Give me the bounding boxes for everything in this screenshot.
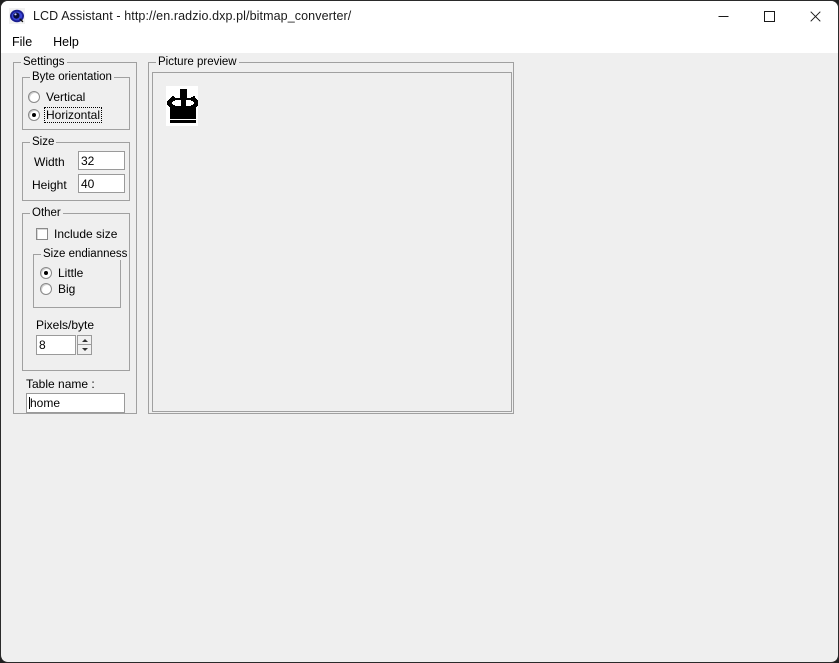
width-input[interactable]: 32 <box>78 151 125 170</box>
checkbox-box-include-size <box>36 228 48 240</box>
picture-preview-group: Picture preview <box>148 56 514 414</box>
radio-knob-big <box>40 283 52 295</box>
title-bar[interactable]: LCD Assistant - http://en.radzio.dxp.pl/… <box>1 1 838 31</box>
size-endianness-group-label: Size endianness <box>41 248 130 260</box>
height-input[interactable]: 40 <box>78 174 125 193</box>
width-label: Width <box>34 155 65 169</box>
application-window: LCD Assistant - http://en.radzio.dxp.pl/… <box>0 0 839 663</box>
table-name-label: Table name : <box>26 377 95 391</box>
menu-item-file[interactable]: File <box>10 33 41 51</box>
arrow-down-icon <box>81 348 88 351</box>
home-bitmap-preview <box>166 86 198 126</box>
size-endianness-group: Size endianness Little Big <box>33 248 130 308</box>
radio-endianness-big[interactable]: Big <box>40 282 76 296</box>
picture-preview-group-label: Picture preview <box>156 56 239 68</box>
include-size-checkbox[interactable]: Include size <box>36 227 117 241</box>
close-button[interactable] <box>792 1 838 31</box>
pixels-per-byte-label: Pixels/byte <box>36 318 95 332</box>
other-group-label: Other <box>30 207 63 219</box>
radio-label-horizontal: Horizontal <box>43 107 103 123</box>
settings-group: Settings Byte orientation Vertical Horiz… <box>13 56 137 414</box>
window-controls <box>700 1 838 31</box>
client-area: Settings Byte orientation Vertical Horiz… <box>2 53 837 661</box>
pixels-per-byte-input[interactable]: 8 <box>36 335 76 355</box>
height-label: Height <box>32 178 67 192</box>
byte-orientation-group: Byte orientation Vertical Horizontal <box>22 71 130 130</box>
minimize-icon <box>718 15 728 17</box>
include-size-label: Include size <box>54 227 118 241</box>
size-group: Size Width 32 Height 40 <box>22 136 130 201</box>
menu-bar: File Help <box>1 31 838 53</box>
close-icon <box>809 10 821 22</box>
byte-orientation-group-label: Byte orientation <box>30 71 114 83</box>
pixels-per-byte-stepper[interactable] <box>77 335 92 355</box>
settings-group-label: Settings <box>21 56 67 68</box>
radio-knob-horizontal <box>28 109 40 121</box>
radio-endianness-little[interactable]: Little <box>40 266 84 280</box>
maximize-button[interactable] <box>746 1 792 31</box>
maximize-icon <box>763 10 775 22</box>
radio-label-vertical: Vertical <box>46 90 86 104</box>
radio-byte-orientation-horizontal[interactable]: Horizontal <box>28 107 103 123</box>
size-group-label: Size <box>30 136 57 148</box>
stepper-up-button[interactable] <box>77 335 92 345</box>
picture-preview-panel[interactable] <box>152 72 512 412</box>
minimize-button[interactable] <box>700 1 746 31</box>
stepper-down-button[interactable] <box>77 345 92 355</box>
window-title: LCD Assistant - http://en.radzio.dxp.pl/… <box>33 9 352 23</box>
radio-byte-orientation-vertical[interactable]: Vertical <box>28 90 86 104</box>
radio-label-little: Little <box>58 266 84 280</box>
pixels-per-byte-value: 8 <box>39 338 46 352</box>
menu-item-help[interactable]: Help <box>51 33 88 51</box>
table-name-input[interactable]: home <box>26 393 125 413</box>
table-name-value: home <box>30 396 61 410</box>
arrow-up-icon <box>81 338 88 342</box>
radio-knob-vertical <box>28 91 40 103</box>
width-input-value: 32 <box>81 153 95 168</box>
height-input-value: 40 <box>81 176 95 191</box>
other-group: Other Include size Size endianness Littl… <box>22 207 130 371</box>
radio-knob-little <box>40 267 52 279</box>
lcd-assistant-icon <box>9 8 25 24</box>
radio-label-big: Big <box>58 282 76 296</box>
